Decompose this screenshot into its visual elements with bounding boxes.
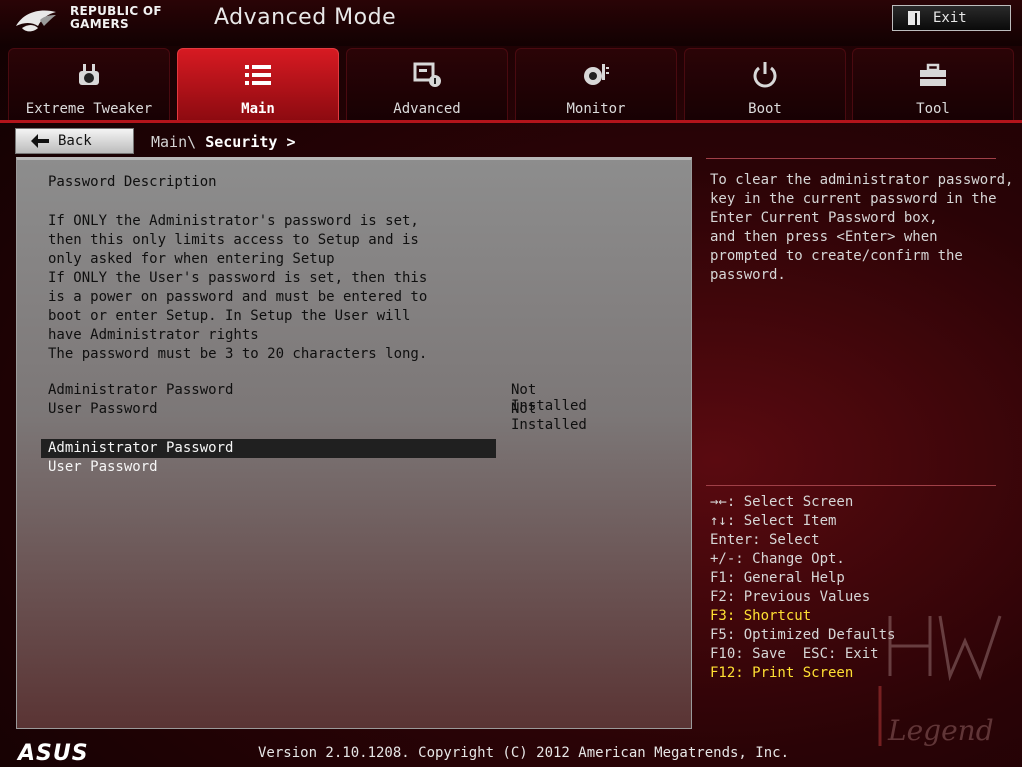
help-line: Enter Current Password box, [710,210,938,226]
tab-label: Main [241,101,275,117]
password-description-title: Password Description [48,174,217,190]
breadcrumb-parent[interactable]: Main\ [151,133,196,151]
desc-line: then this only limits access to Setup an… [48,232,419,248]
back-label: Back [58,133,92,149]
tab-label: Advanced [393,101,461,117]
desc-line: If ONLY the Administrator's password is … [48,213,419,229]
advanced-icon [413,62,441,87]
help-divider-top [706,158,996,159]
breadcrumb-arrow: > [286,133,296,151]
exit-label: Exit [933,10,967,26]
watermark-text: Legend [888,714,994,747]
help-line: password. [710,267,786,283]
key-hint: +/-: Change Opt. [710,551,845,567]
mode-title: Advanced Mode [214,5,397,30]
tab-label: Monitor [566,101,626,117]
breadcrumb: Main\ Security > [151,133,296,151]
status-value: Not Installed [511,401,587,433]
administrator-password-option[interactable]: Administrator Password [41,439,496,458]
tab-bar: Extreme Tweaker Main Advanced Monitor Bo… [0,48,1022,123]
desc-line: boot or enter Setup. In Setup the User w… [48,308,411,324]
monitor-icon [584,64,609,85]
desc-line: If ONLY the User's password is set, then… [48,270,428,286]
help-line: To clear the administrator password, [710,172,1014,188]
help-line: and then press <Enter> when [710,229,938,245]
help-description: To clear the administrator password, key… [710,171,1013,285]
exit-button[interactable]: Exit [892,5,1011,31]
tab-underline [0,120,1022,123]
header-bar: REPUBLIC OF GAMERS Advanced Mode Exit [0,0,1022,46]
breadcrumb-current: Security [205,133,278,151]
status-label: User Password [48,401,158,417]
user-password-status-row: User Password Not Installed [48,401,618,433]
tab-boot[interactable]: Boot [684,48,846,122]
tab-label: Extreme Tweaker [25,101,153,117]
desc-line: The password must be 3 to 20 characters … [48,346,428,362]
help-line: key in the current password in the [710,191,997,207]
desc-line: is a power on password and must be enter… [48,289,428,305]
key-hint: F1: General Help [710,570,845,586]
version-text: Version 2.10.1208. Copyright (C) 2012 Am… [258,745,790,761]
desc-line: have Administrator rights [48,327,259,343]
tab-label: Boot [748,101,782,117]
tweaker-icon [79,64,99,85]
help-divider-keys [706,485,996,486]
key-hint: →←: Select Screen [710,494,854,510]
key-hint: ↑↓: Select Item [710,513,837,529]
back-button[interactable]: Back [15,128,134,154]
rog-brand-text: REPUBLIC OF GAMERS [70,5,162,31]
rog-eye-logo-icon [16,10,56,32]
brand-line2: GAMERS [70,17,129,31]
list-icon [245,65,271,85]
tool-icon [920,63,946,86]
tab-main[interactable]: Main [177,48,339,122]
tab-tool[interactable]: Tool [852,48,1014,122]
admin-password-status-row: Administrator Password Not Installed [48,382,618,414]
exit-door-icon [908,11,920,25]
asus-logo: ASUS [18,741,89,766]
tab-monitor[interactable]: Monitor [515,48,677,122]
key-hint: Enter: Select [710,532,820,548]
back-arrow-icon [31,134,49,148]
status-label: Administrator Password [48,382,234,398]
tab-advanced[interactable]: Advanced [346,48,508,122]
main-settings-panel: Password Description If ONLY the Adminis… [16,157,692,729]
user-password-option[interactable]: User Password [41,458,496,477]
tab-extreme-tweaker[interactable]: Extreme Tweaker [8,48,170,122]
desc-line: only asked for when entering Setup [48,251,335,267]
power-icon [753,62,777,88]
password-description-body: If ONLY the Administrator's password is … [48,212,427,364]
help-line: prompted to create/confirm the [710,248,963,264]
tab-label: Tool [916,101,950,117]
